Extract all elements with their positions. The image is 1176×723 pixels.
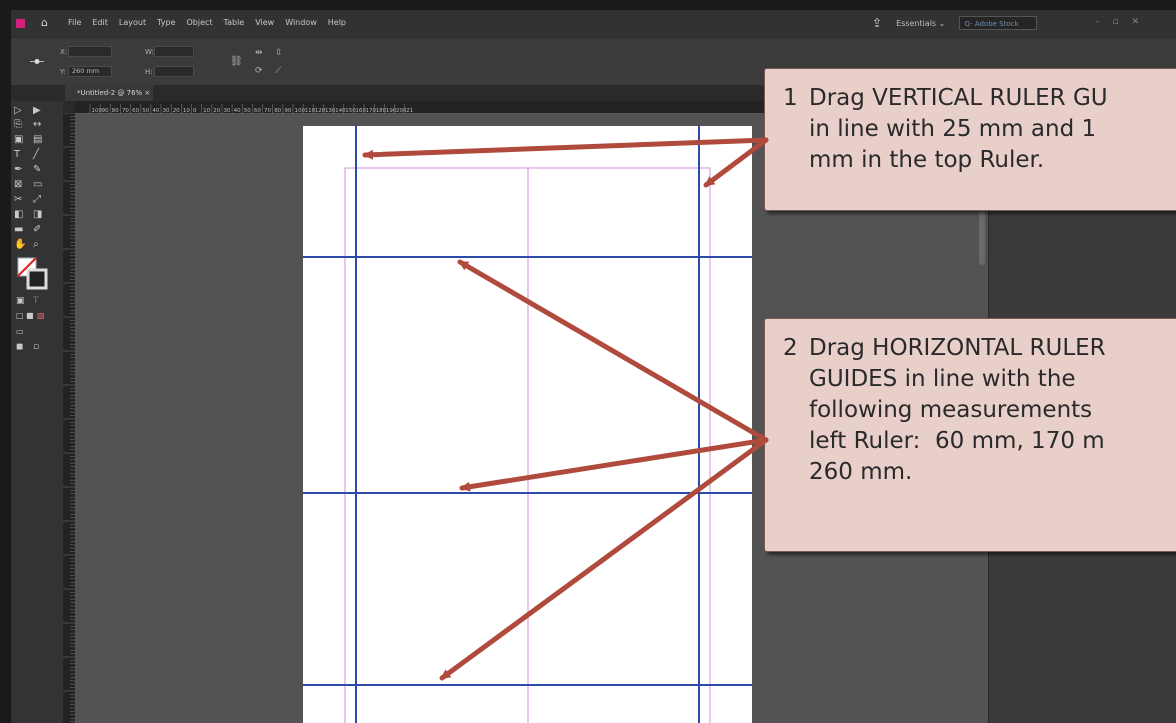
arrow-step2-bottom bbox=[439, 437, 769, 681]
arrow-step1-left bbox=[362, 137, 769, 160]
top-border bbox=[0, 0, 1176, 10]
app-window: ⌂ File Edit Layout Type Object Table Vie… bbox=[0, 0, 1176, 723]
arrow-step2-middle bbox=[459, 437, 769, 492]
left-border bbox=[0, 0, 11, 723]
annotation-arrows bbox=[362, 137, 769, 681]
arrow-step2-top bbox=[457, 259, 769, 443]
arrow-step1-right bbox=[703, 137, 769, 188]
